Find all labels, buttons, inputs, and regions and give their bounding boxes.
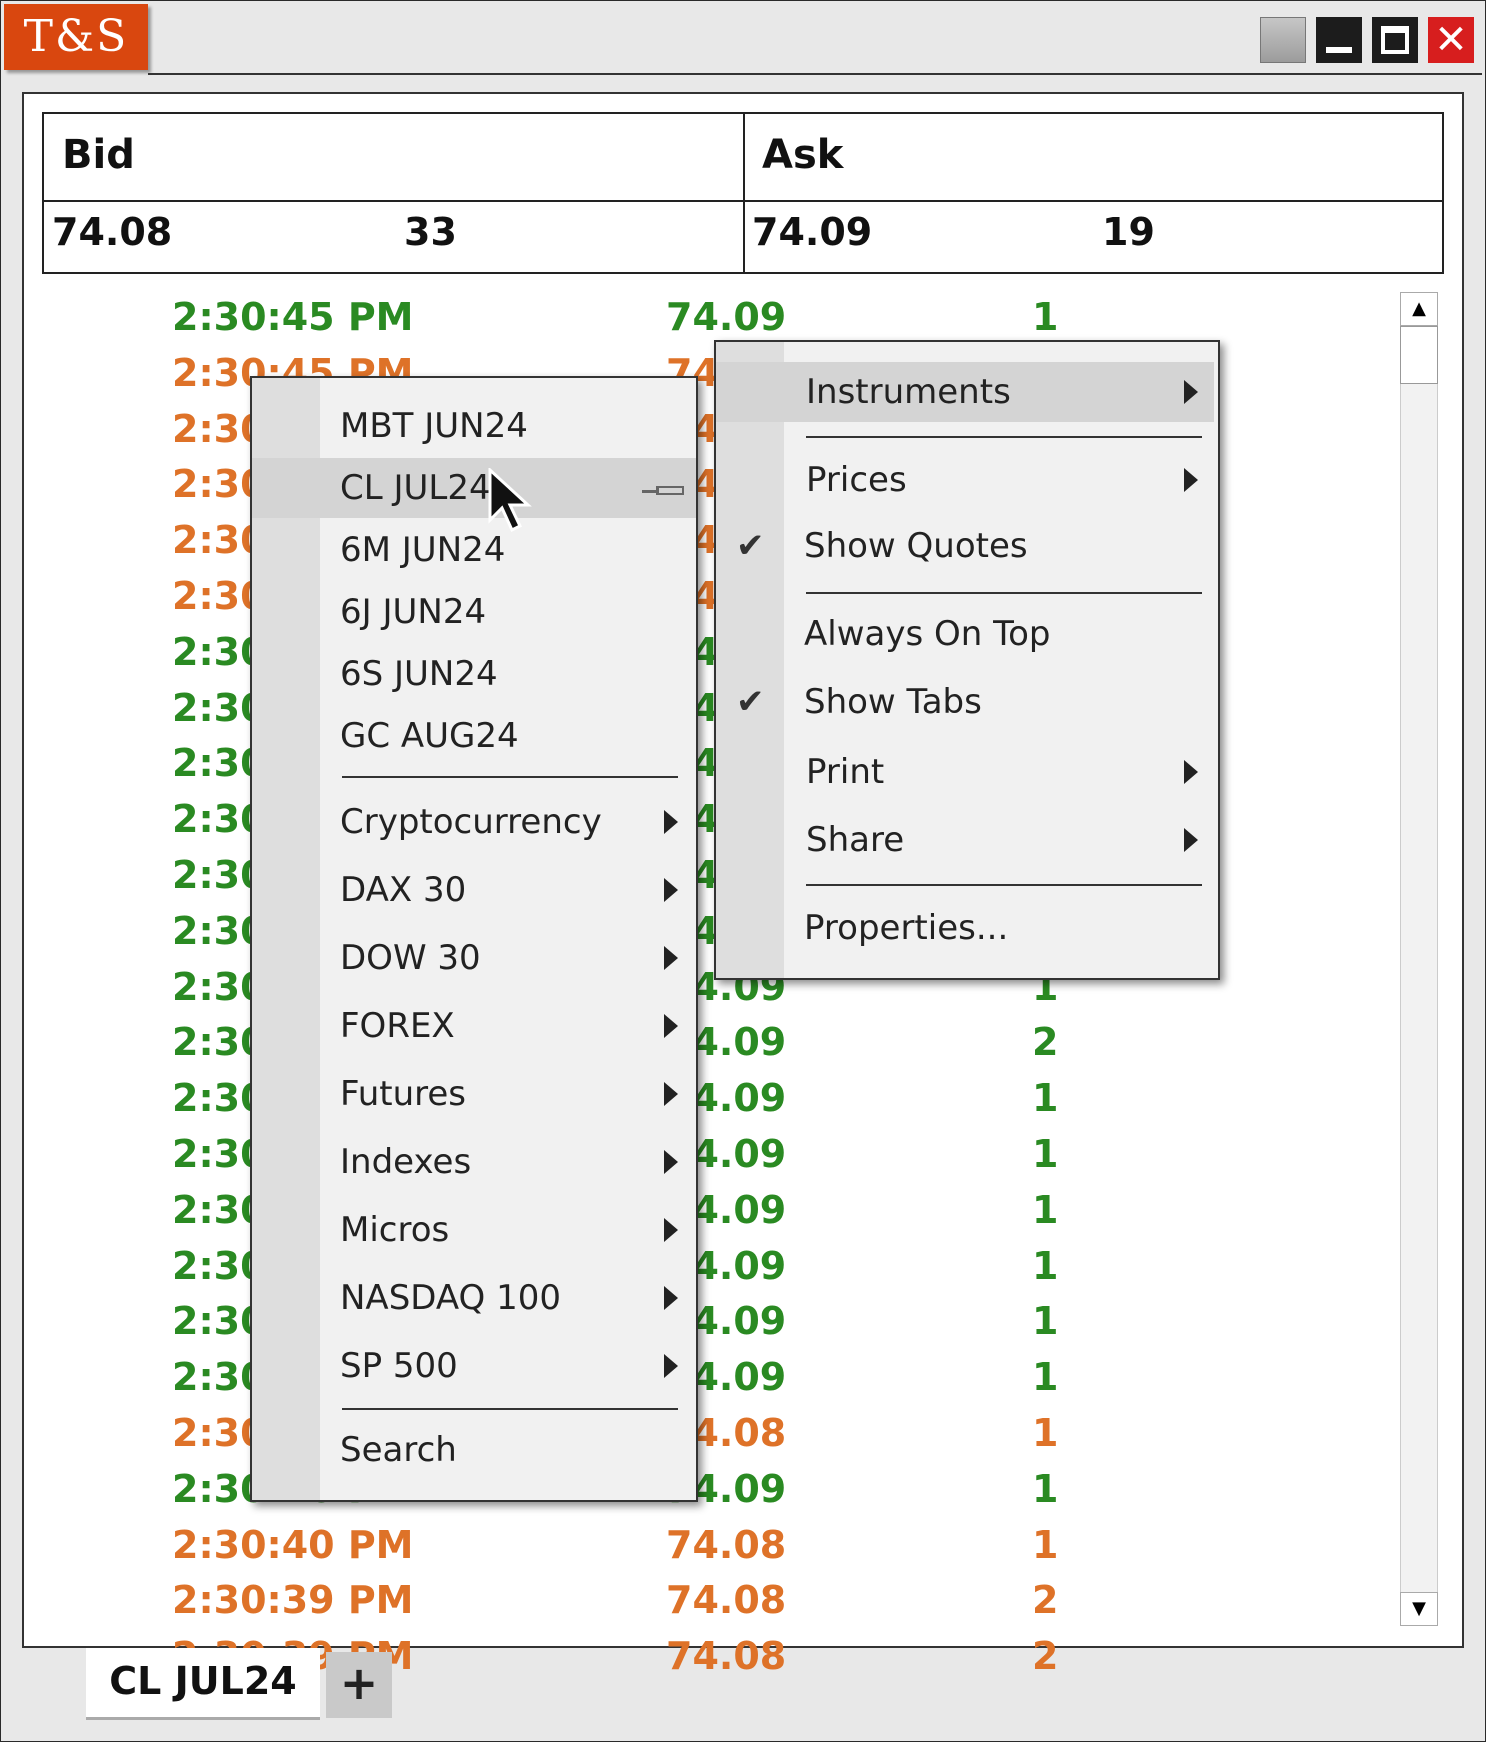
bid-label: Bid xyxy=(62,132,135,178)
trade-size: 1 xyxy=(1032,295,1059,339)
trade-time: 2:30:40 PM xyxy=(172,1522,414,1567)
quote-divider-v xyxy=(743,114,745,272)
quote-box: Bid Ask 74.08 33 74.09 19 xyxy=(42,112,1444,274)
close-button[interactable]: ✕ xyxy=(1428,17,1474,63)
ask-label: Ask xyxy=(762,132,844,178)
trade-row: 2:30:45 PM 74.09 1 xyxy=(150,290,1070,346)
window-title[interactable]: T&S xyxy=(4,4,148,70)
menu-item-gc-aug24[interactable]: GC AUG24 xyxy=(252,706,696,766)
submenu-arrow-icon xyxy=(664,878,678,902)
menu-item-6s-jun24[interactable]: 6S JUN24 xyxy=(252,644,696,704)
trade-size: 1 xyxy=(1032,1131,1059,1176)
instruments-submenu: MBT JUN24 CL JUL24 6M JUN24 6J JUN24 6S … xyxy=(250,376,698,1502)
pin-icon[interactable] xyxy=(642,486,688,496)
trade-row: 2:30:39 PM 74.08 2 xyxy=(150,1573,1070,1629)
submenu-arrow-icon xyxy=(664,1354,678,1378)
trade-size: 1 xyxy=(1032,1410,1059,1455)
menu-item-cl-jul24[interactable]: CL JUL24 xyxy=(252,458,696,518)
minimize-button[interactable] xyxy=(1316,17,1362,63)
menu-separator xyxy=(342,1408,678,1410)
scrollbar-track[interactable] xyxy=(1400,326,1438,1592)
trade-price: 74.08 xyxy=(666,1578,787,1623)
window-color-button[interactable] xyxy=(1260,17,1306,63)
scroll-up-button[interactable]: ▲ xyxy=(1400,292,1438,326)
trade-size: 2 xyxy=(1032,1578,1059,1623)
submenu-arrow-icon xyxy=(1184,468,1198,492)
bid-size: 33 xyxy=(404,210,457,254)
menu-item-6m-jun24[interactable]: 6M JUN24 xyxy=(252,520,696,580)
checkmark-icon: ✔ xyxy=(736,682,765,722)
menu-item-dow-30[interactable]: DOW 30 xyxy=(252,928,696,988)
trade-size: 1 xyxy=(1032,1466,1059,1511)
tab-cl-jul24[interactable]: CL JUL24 xyxy=(86,1648,320,1720)
menu-item-share[interactable]: Share xyxy=(716,810,1218,870)
trade-size: 2 xyxy=(1032,1020,1059,1065)
menu-item-forex[interactable]: FOREX xyxy=(252,996,696,1056)
menu-item-micros[interactable]: Micros xyxy=(252,1200,696,1260)
scrollbar-thumb[interactable] xyxy=(1400,326,1438,384)
submenu-arrow-icon xyxy=(664,946,678,970)
menu-item-sp-500[interactable]: SP 500 xyxy=(252,1336,696,1396)
trade-time: 2:30:45 PM xyxy=(172,295,414,339)
scroll-up-icon: ▲ xyxy=(1412,298,1426,319)
mouse-cursor-icon xyxy=(488,468,532,533)
trade-size: 1 xyxy=(1032,1522,1059,1567)
ask-size: 19 xyxy=(1102,210,1155,254)
menu-item-nasdaq-100[interactable]: NASDAQ 100 xyxy=(252,1268,696,1328)
menu-item-cryptocurrency[interactable]: Cryptocurrency xyxy=(252,792,696,852)
maximize-button[interactable] xyxy=(1372,17,1418,63)
context-menu: Instruments Prices ✔ Show Quotes Always O… xyxy=(714,340,1220,980)
trade-price: 74.08 xyxy=(666,1634,787,1679)
submenu-arrow-icon xyxy=(664,1082,678,1106)
submenu-arrow-icon xyxy=(1184,760,1198,784)
menu-item-indexes[interactable]: Indexes xyxy=(252,1132,696,1192)
add-tab-button[interactable]: + xyxy=(326,1652,392,1718)
submenu-arrow-icon xyxy=(664,1286,678,1310)
trade-price: 74.08 xyxy=(666,1522,787,1567)
menu-item-mbt-jun24[interactable]: MBT JUN24 xyxy=(252,396,696,456)
trade-size: 1 xyxy=(1032,1187,1059,1232)
submenu-arrow-icon xyxy=(1184,380,1198,404)
trade-size: 1 xyxy=(1032,1243,1059,1288)
menu-item-properties[interactable]: Properties... xyxy=(716,898,1218,958)
menu-separator xyxy=(806,436,1202,438)
scroll-down-icon: ▼ xyxy=(1412,1598,1426,1619)
menu-item-show-tabs[interactable]: ✔ Show Tabs xyxy=(716,672,1218,732)
submenu-arrow-icon xyxy=(664,810,678,834)
menu-item-instruments[interactable]: Instruments xyxy=(716,362,1214,422)
title-divider xyxy=(148,73,1482,75)
menu-separator xyxy=(806,884,1202,886)
menu-item-print[interactable]: Print xyxy=(716,742,1218,802)
menu-item-search[interactable]: Search xyxy=(252,1420,696,1480)
menu-item-prices[interactable]: Prices xyxy=(716,450,1218,510)
trade-size: 1 xyxy=(1032,1076,1059,1121)
submenu-arrow-icon xyxy=(664,1218,678,1242)
trade-size: 1 xyxy=(1032,1355,1059,1400)
submenu-arrow-icon xyxy=(664,1150,678,1174)
trade-size: 2 xyxy=(1032,1634,1059,1679)
ask-price: 74.09 xyxy=(752,210,873,254)
menu-item-dax-30[interactable]: DAX 30 xyxy=(252,860,696,920)
menu-item-6j-jun24[interactable]: 6J JUN24 xyxy=(252,582,696,642)
trade-time: 2:30:39 PM xyxy=(172,1578,414,1623)
bid-price: 74.08 xyxy=(52,210,173,254)
scroll-down-button[interactable]: ▼ xyxy=(1400,1592,1438,1626)
menu-separator xyxy=(342,776,678,778)
submenu-arrow-icon xyxy=(664,1014,678,1038)
menu-item-always-on-top[interactable]: Always On Top xyxy=(716,604,1218,664)
trade-size: 1 xyxy=(1032,1299,1059,1344)
menu-separator xyxy=(806,592,1202,594)
trade-price: 74.09 xyxy=(666,295,787,339)
menu-item-show-quotes[interactable]: ✔ Show Quotes xyxy=(716,516,1218,576)
trade-row: 2:30:40 PM 74.08 1 xyxy=(150,1518,1070,1574)
checkmark-icon: ✔ xyxy=(736,526,765,566)
submenu-arrow-icon xyxy=(1184,828,1198,852)
close-icon: ✕ xyxy=(1434,17,1468,63)
menu-item-futures[interactable]: Futures xyxy=(252,1064,696,1124)
